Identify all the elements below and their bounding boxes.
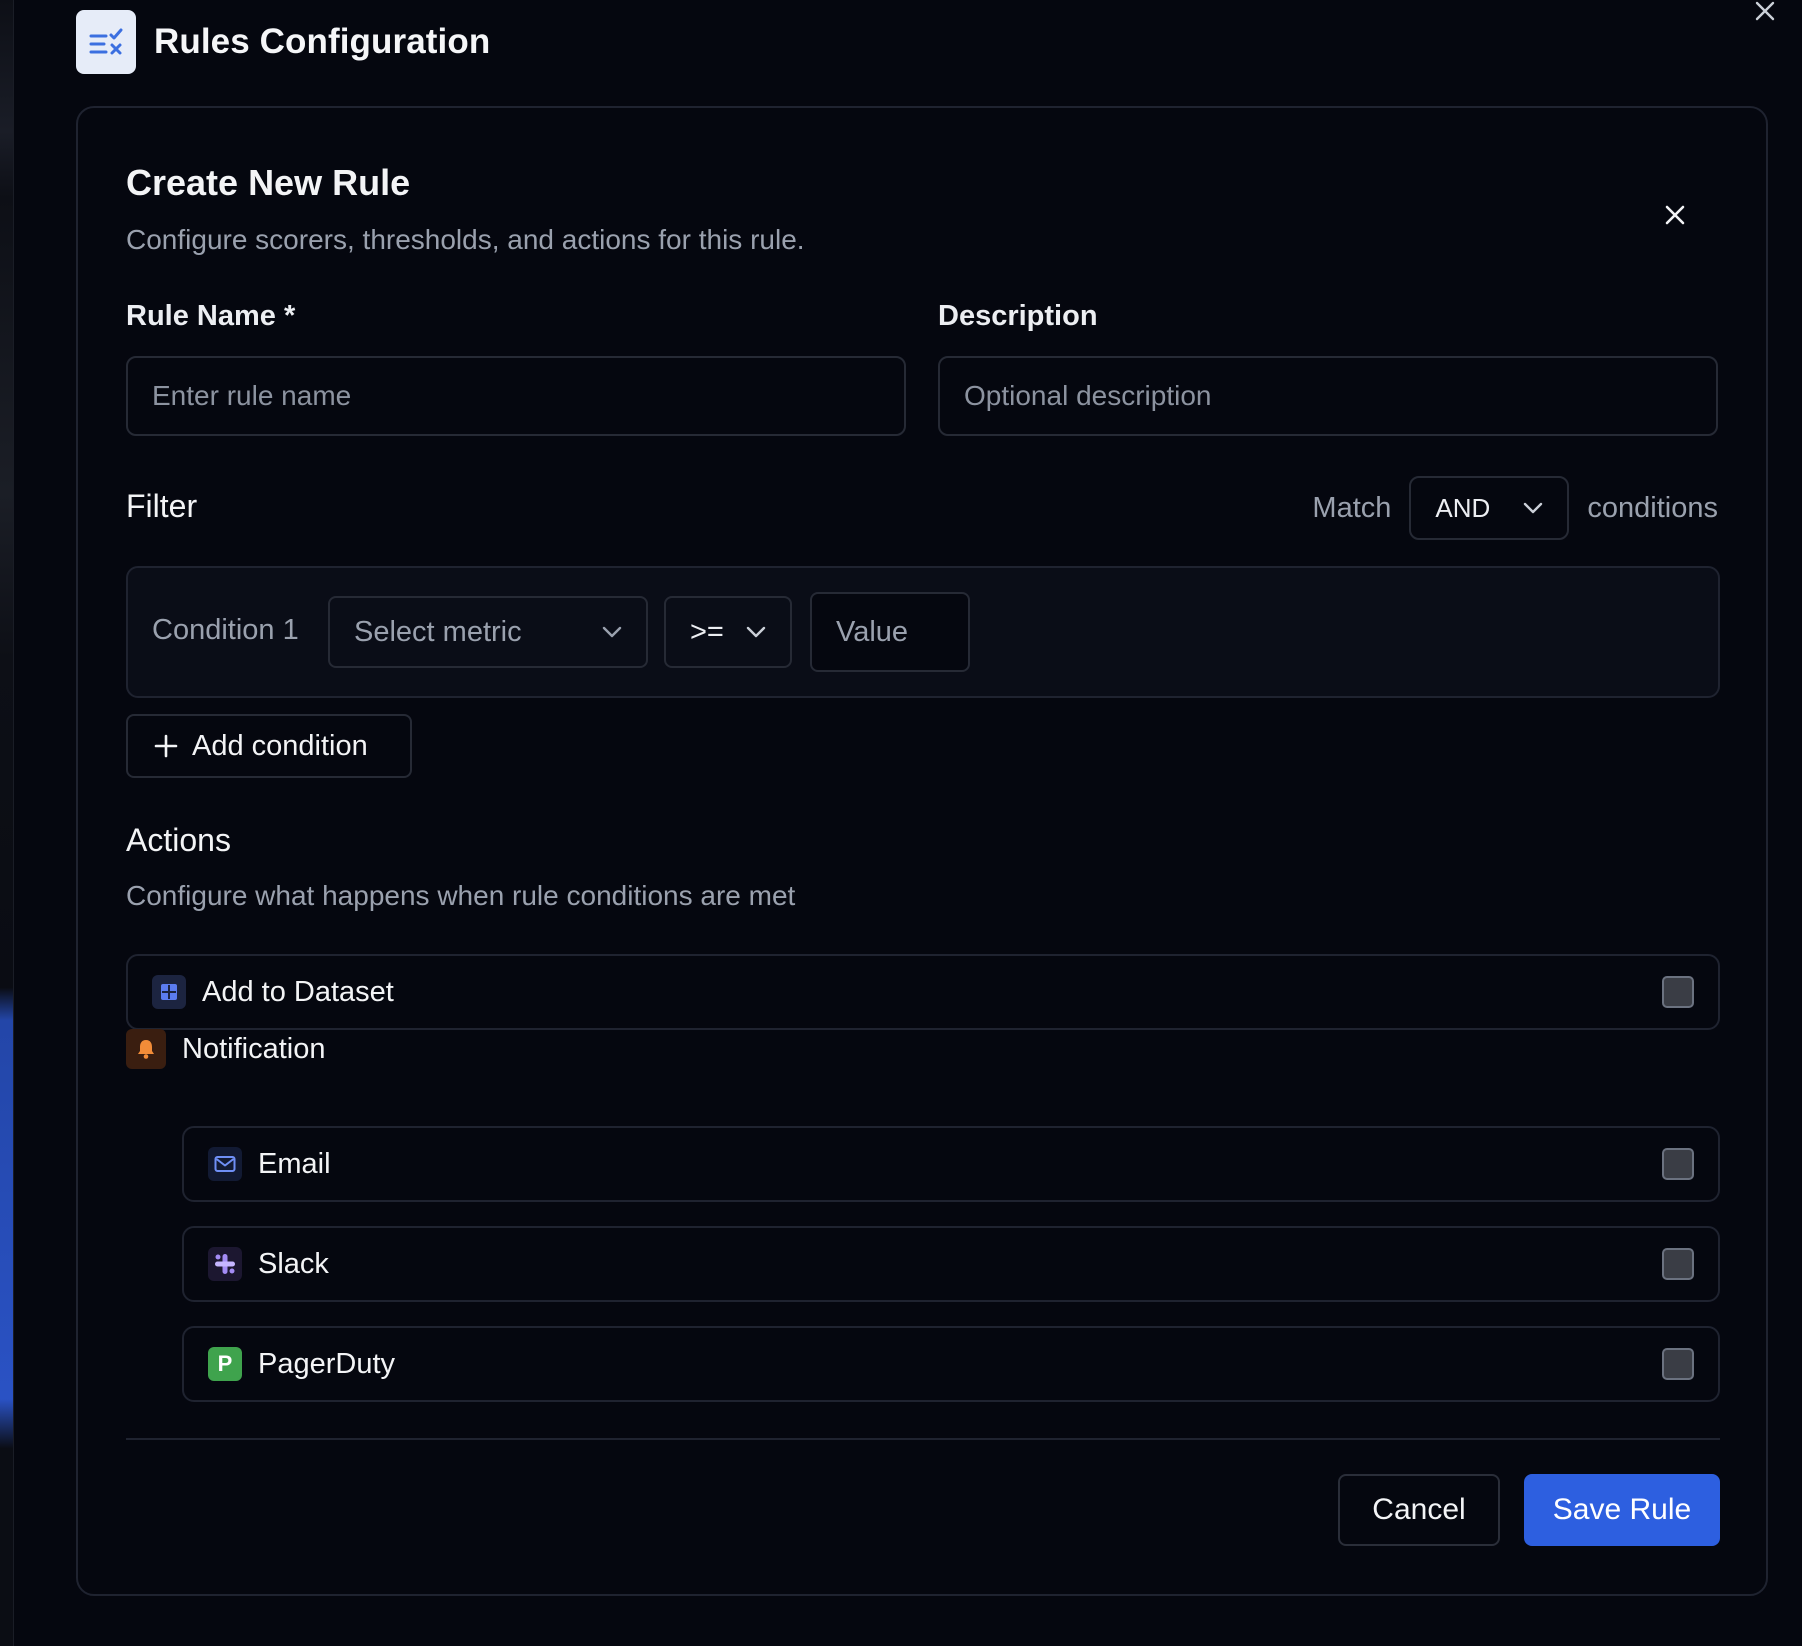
close-icon: [1755, 1, 1775, 21]
description-label: Description: [938, 300, 1098, 332]
operator-value: >=: [690, 615, 724, 648]
metric-select[interactable]: Select metric: [328, 596, 648, 668]
create-rule-panel: Create New Rule Configure scorers, thres…: [76, 106, 1768, 1596]
actions-title: Actions: [126, 822, 231, 858]
pagerduty-letter: P: [217, 1351, 233, 1376]
condition-row: Condition 1 Select metric >= Value: [126, 566, 1720, 698]
bell-icon: [126, 1029, 166, 1069]
match-operator-select[interactable]: AND: [1409, 476, 1570, 540]
pagerduty-icon: P: [208, 1347, 242, 1381]
pagerduty-label: PagerDuty: [258, 1347, 396, 1380]
condition-label: Condition 1: [152, 614, 299, 646]
plus-icon: [154, 734, 178, 758]
add-condition-button[interactable]: Add condition: [126, 714, 412, 778]
dialog-title: Rules Configuration: [154, 22, 491, 61]
match-row: Match AND conditions: [1312, 476, 1718, 540]
condition-value-input[interactable]: Value: [810, 592, 970, 672]
rules-configuration-dialog: Rules Configuration Create New Rule Conf…: [13, 0, 1802, 1646]
add-condition-label: Add condition: [192, 729, 368, 762]
pagerduty-row[interactable]: P PagerDuty: [182, 1326, 1720, 1402]
pagerduty-checkbox[interactable]: [1662, 1348, 1694, 1380]
match-label: Match: [1312, 491, 1392, 524]
filter-title: Filter: [126, 488, 198, 524]
slack-label: Slack: [258, 1247, 329, 1280]
panel-subtitle: Configure scorers, thresholds, and actio…: [126, 224, 805, 255]
save-rule-button[interactable]: Save Rule: [1524, 1474, 1720, 1546]
panel-close-button[interactable]: [1658, 198, 1692, 232]
rules-list-icon: [76, 10, 136, 74]
email-row[interactable]: Email: [182, 1126, 1720, 1202]
chevron-down-icon: [1524, 502, 1543, 514]
mail-icon: [208, 1147, 242, 1181]
dataset-grid-icon: [152, 975, 186, 1009]
match-operator-value: AND: [1435, 492, 1491, 523]
slack-row[interactable]: Slack: [182, 1226, 1720, 1302]
background-page-strip: [0, 0, 13, 1646]
slack-checkbox[interactable]: [1662, 1248, 1694, 1280]
slack-icon: [208, 1247, 242, 1281]
email-label: Email: [258, 1147, 331, 1180]
close-icon: [1665, 205, 1685, 225]
dialog-close-button[interactable]: [1752, 0, 1778, 22]
notification-label: Notification: [182, 1032, 326, 1065]
chevron-down-icon: [602, 626, 622, 638]
email-checkbox[interactable]: [1662, 1148, 1694, 1180]
add-to-dataset-label: Add to Dataset: [202, 975, 394, 1008]
description-input[interactable]: [938, 356, 1718, 436]
chevron-down-icon: [746, 626, 766, 638]
cancel-button[interactable]: Cancel: [1338, 1474, 1500, 1546]
notification-section-header: Notification: [126, 1028, 325, 1070]
conditions-label: conditions: [1587, 491, 1718, 524]
rule-name-label: Rule Name *: [126, 300, 296, 332]
dialog-header: Rules Configuration: [76, 9, 490, 75]
rule-name-input[interactable]: [126, 356, 906, 436]
footer-divider: [126, 1438, 1720, 1440]
actions-subtitle: Configure what happens when rule conditi…: [126, 880, 796, 911]
add-to-dataset-row[interactable]: Add to Dataset: [126, 954, 1720, 1030]
condition-value-placeholder: Value: [836, 615, 909, 648]
metric-select-placeholder: Select metric: [354, 615, 522, 648]
operator-select[interactable]: >=: [664, 596, 792, 668]
panel-title: Create New Rule: [126, 162, 411, 203]
add-to-dataset-checkbox[interactable]: [1662, 976, 1694, 1008]
